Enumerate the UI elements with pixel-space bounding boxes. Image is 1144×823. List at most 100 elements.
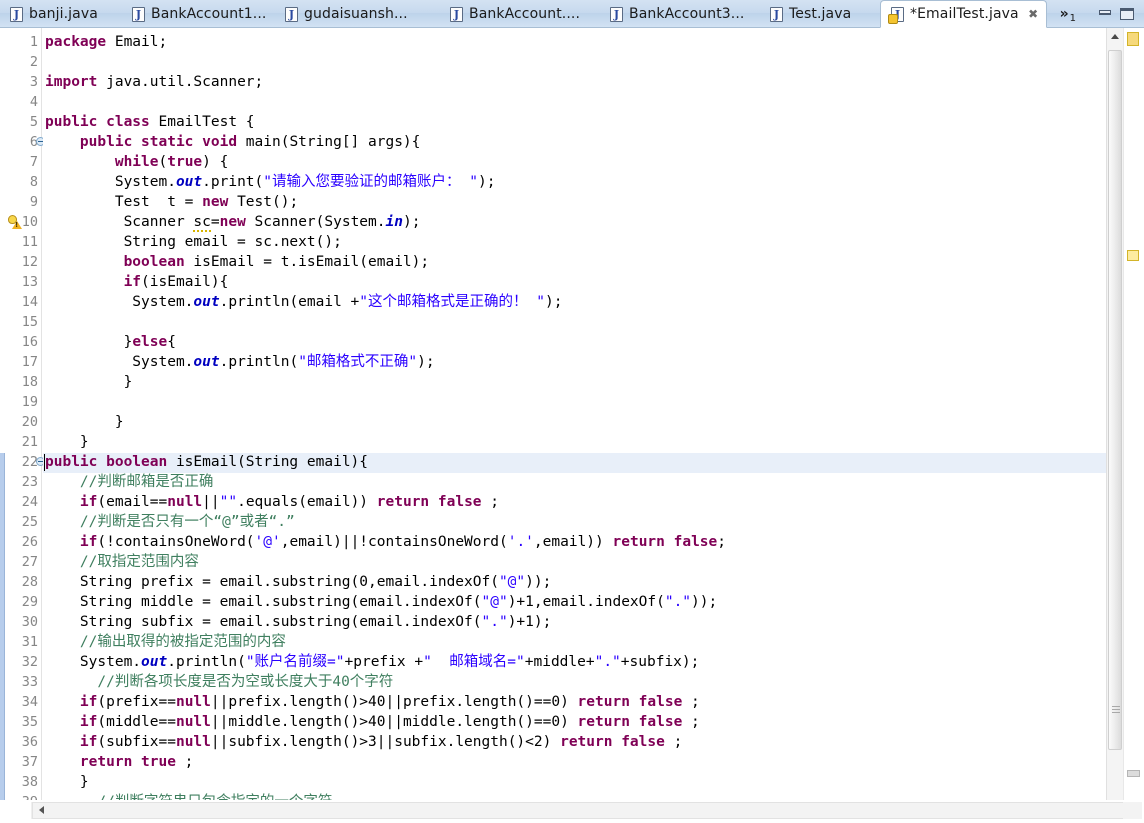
code-line[interactable]: package Email;: [45, 32, 167, 52]
scroll-up-arrow-icon[interactable]: [1107, 28, 1124, 45]
code-line[interactable]: //判断字符串只包含指定的一个字符: [45, 792, 332, 800]
line-number: 37: [21, 754, 38, 770]
code-line[interactable]: System.out.println(email +"这个邮箱格式是正确的！ "…: [45, 292, 562, 312]
code-line[interactable]: public boolean isEmail(String email){: [45, 452, 368, 472]
code-token-plain: (!containsOneWord(: [97, 534, 255, 550]
tab-close-icon[interactable]: ✖: [1027, 7, 1040, 21]
editor-tab-4[interactable]: BankAccount3...: [600, 0, 758, 28]
line-number: 32: [21, 654, 38, 670]
line-number: 35: [21, 714, 38, 730]
warning-bulb-icon[interactable]: [8, 215, 22, 229]
code-token-kw: return false: [560, 734, 665, 750]
overview-marker-info[interactable]: [1127, 770, 1140, 777]
editor-tab-3[interactable]: BankAccount....: [440, 0, 594, 28]
editor-tab-1[interactable]: BankAccount1...: [122, 0, 280, 28]
code-line[interactable]: }: [45, 432, 89, 452]
code-line[interactable]: String prefix = email.substring(0,email.…: [45, 572, 551, 592]
code-line[interactable]: //判断是否只有一个“@”或者“.”: [45, 512, 295, 532]
code-token-kw: new: [219, 214, 246, 230]
code-line[interactable]: }: [45, 772, 89, 792]
code-line[interactable]: if(prefix==null||prefix.length()>40||pre…: [45, 692, 700, 712]
code-text-area[interactable]: package Email; import java.util.Scanner; p…: [43, 28, 1106, 800]
code-line[interactable]: }: [45, 372, 133, 392]
line-number: 28: [21, 574, 38, 590]
code-line[interactable]: //判断各项长度是否为空或长度大于40个字符: [45, 672, 393, 692]
line-number: 25: [21, 514, 38, 530]
tab-overflow-chevron-icon[interactable]: » 1: [1054, 0, 1082, 28]
code-line[interactable]: String middle = email.substring(email.in…: [45, 592, 717, 612]
code-line[interactable]: if(isEmail){: [45, 272, 229, 292]
code-line[interactable]: //判断邮箱是否正确: [45, 472, 213, 492]
code-line[interactable]: }else{: [45, 332, 176, 352]
line-number: 6: [29, 134, 38, 150]
code-line[interactable]: String subfix = email.substring(email.in…: [45, 612, 551, 632]
vertical-scrollbar[interactable]: [1106, 28, 1123, 800]
overview-marker-warning[interactable]: [1127, 250, 1139, 261]
code-line[interactable]: //取指定范围内容: [45, 552, 199, 572]
line-number: 14: [21, 294, 38, 310]
code-line[interactable]: //输出取得的被指定范围的内容: [45, 632, 286, 652]
vertical-scrollbar-thumb[interactable]: [1108, 50, 1122, 750]
code-line[interactable]: while(true) {: [45, 152, 229, 172]
code-token-plain: String email = sc.next();: [45, 234, 342, 250]
code-line[interactable]: }: [45, 412, 124, 432]
scrollbar-corner-left: [0, 802, 32, 819]
code-line[interactable]: public static void main(String[] args){: [45, 132, 420, 152]
code-line[interactable]: if(email==null||"".equals(email)) return…: [45, 492, 499, 512]
code-token-plain: );: [402, 214, 421, 230]
code-token-kw: return false: [612, 534, 718, 550]
code-line[interactable]: if(!containsOneWord('@',email)||!contain…: [45, 532, 726, 552]
editor-tab-6[interactable]: *EmailTest.java ✖: [880, 0, 1047, 28]
code-token-str: "@": [498, 574, 526, 590]
code-token-plain: ) {: [202, 154, 229, 170]
code-token-plain: .equals(email)): [237, 494, 377, 510]
code-token-plain: String subfix = email.substring(email.in…: [45, 614, 482, 630]
code-token-kw: null: [175, 734, 211, 750]
code-token-kw: new: [202, 194, 229, 210]
tab-label: *EmailTest.java: [910, 6, 1019, 22]
code-token-kw: if: [123, 274, 142, 290]
code-token-str: ".": [594, 654, 621, 670]
overview-ruler[interactable]: [1123, 28, 1142, 800]
code-token-plain: );: [477, 174, 496, 190]
code-token-plain: EmailTest {: [149, 114, 255, 130]
code-token-cmt: //判断是否只有一个“@”或者“.”: [79, 514, 295, 530]
code-token-kw: public static void: [79, 134, 238, 150]
code-editor[interactable]: 1234567891011121314151617181920212223242…: [0, 28, 1144, 800]
editor-tab-2[interactable]: gudaisuansh...: [275, 0, 422, 28]
code-line[interactable]: System.out.print("请输入您要验证的邮箱账户： ");: [45, 172, 496, 192]
code-line[interactable]: return true ;: [45, 752, 194, 772]
code-token-kw: return false: [577, 714, 683, 730]
code-token-warn: sc: [193, 214, 211, 232]
horizontal-scrollbar[interactable]: [32, 802, 1142, 819]
code-line[interactable]: public class EmailTest {: [45, 112, 255, 132]
scroll-left-arrow-icon[interactable]: [34, 803, 49, 818]
code-line[interactable]: import java.util.Scanner;: [45, 72, 263, 92]
editor-tab-5[interactable]: Test.java: [760, 0, 865, 28]
code-line[interactable]: System.out.println("账户名前缀="+prefix +" 邮箱…: [45, 652, 699, 672]
code-line[interactable]: System.out.println("邮箱格式不正确");: [45, 352, 435, 372]
code-line[interactable]: Scanner sc=new Scanner(System.in);: [45, 212, 420, 232]
code-token-plain: +prefix +: [344, 654, 424, 670]
code-line[interactable]: if(middle==null||middle.length()>40||mid…: [45, 712, 700, 732]
overview-marker-warning[interactable]: [1127, 32, 1139, 46]
maximize-button[interactable]: [1120, 7, 1134, 21]
minimize-button[interactable]: [1098, 7, 1112, 21]
code-line[interactable]: String email = sc.next();: [45, 232, 342, 252]
tab-label: BankAccount....: [469, 6, 580, 22]
line-number: 27: [21, 554, 38, 570]
line-number-gutter[interactable]: 1234567891011121314151617181920212223242…: [5, 28, 45, 800]
code-token-plain: {: [167, 334, 176, 350]
code-line[interactable]: if(subfix==null||subfix.length()>3||subf…: [45, 732, 682, 752]
code-line[interactable]: Test t = new Test();: [45, 192, 298, 212]
code-token-plain: );: [417, 354, 435, 370]
line-number: 29: [21, 594, 38, 610]
editor-tab-0[interactable]: banji.java: [0, 0, 112, 28]
code-line[interactable]: boolean isEmail = t.isEmail(email);: [45, 252, 430, 272]
line-number: 13: [21, 274, 38, 290]
